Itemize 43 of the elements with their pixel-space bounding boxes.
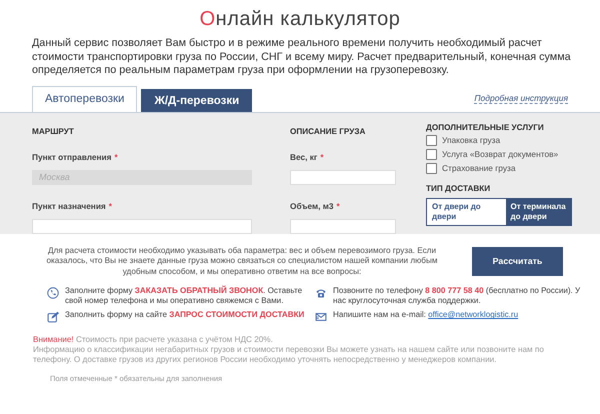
input-field[interactable]	[32, 218, 252, 234]
instruction-link[interactable]: Подробная инструкция	[474, 93, 568, 104]
field-label: Пункт отправления	[32, 152, 112, 162]
checkbox-label: Упаковка груза	[442, 135, 500, 145]
contact-text: Заполнить форму на сайте ЗАПРОС СТОИМОСТИ ДОСТАВКИ	[65, 310, 304, 320]
required-mark: *	[336, 200, 340, 210]
note-text: Информацию о классификации негабаритных грузов и стоимости перевозки Вы можете узнать на нашем сайте или позвоните нам по телефону. О доставке грузов из других регионов России необходимо уточнять непосредственно у менеджеров компании.	[33, 345, 545, 366]
required-mark: *	[108, 200, 112, 210]
checkbox[interactable]	[426, 134, 437, 146]
delivery-option[interactable]: От двери до двери	[427, 198, 506, 224]
section-heading: МАРШРУТ	[32, 126, 75, 136]
link[interactable]: ЗАКАЗАТЬ ОБРАТНЫЙ ЗВОНОК	[134, 286, 264, 295]
note-text: Внимание! Стоимость при расчете указана с учётом НДС 20%.	[33, 335, 274, 346]
input-field[interactable]	[290, 170, 396, 184]
required-mark: *	[114, 152, 118, 162]
telephone-icon	[315, 287, 327, 299]
link[interactable]: office@networklogistic.ru	[428, 310, 518, 320]
contact-text: Заполните форму ЗАКАЗАТЬ ОБРАТНЫЙ ЗВОНОК. Оставьте свой номер телефона и мы оперативно свяжемся с Вами.	[65, 286, 304, 306]
hint-text: Для расчета стоимости необходимо указывать оба параметра: вес и объем перевозимого груза. Если оказалось, что Вы не знаете данные груза можно связаться со специалистом нашей компании любым удобным способом, и мы оперативно ответим на все вопросы:	[45, 246, 439, 277]
field-label: Пункт назначения	[32, 200, 106, 210]
section-heading: ОПИСАНИЕ ГРУЗА	[290, 126, 366, 136]
tab[interactable]: Автоперевозки	[32, 86, 138, 112]
checkbox[interactable]	[426, 148, 437, 160]
envelope-icon	[315, 311, 327, 324]
field-label: Объем, м3	[290, 200, 334, 210]
required-mark: *	[320, 152, 324, 162]
edit-icon	[47, 311, 59, 324]
checkbox[interactable]	[426, 162, 437, 174]
contact-text: Напишите нам на e-mail: office@networklogistic.ru	[333, 310, 518, 320]
phone-icon	[47, 287, 59, 299]
checkbox-label: Страхование груза	[442, 163, 516, 173]
page-title: Онлайн калькулятор	[198, 7, 402, 31]
link[interactable]: ЗАПРОС СТОИМОСТИ ДОСТАВКИ	[169, 310, 304, 320]
field-label: Вес, кг	[290, 152, 318, 162]
calculate-button[interactable]: Рассчитать	[472, 246, 563, 276]
checkbox-label: Услуга «Возврат документов»	[442, 149, 558, 159]
section-heading: ТИП ДОСТАВКИ	[426, 184, 492, 192]
contact-text: Позвоните по телефону 8 800 777 58 40 (бесплатно по России). У нас круглосуточная служба поддержки.	[333, 286, 582, 306]
tab[interactable]: Ж/Д-перевозки	[141, 88, 252, 112]
input-field[interactable]	[290, 218, 396, 234]
delivery-option[interactable]: От терминала до двери	[506, 198, 571, 224]
section-heading: ДОПОЛНИТЕЛЬНЫЕ УСЛУГИ	[426, 122, 545, 132]
intro-text: Данный сервис позволяет Вам быстро и в режиме реального времени получить необходимый расчет стоимости транспортировки груза по России, СНГ и всему миру. Расчет предварительный, конечная сумма определяется по реальным параметрам груза при оформлении на грузоперевозку.	[32, 37, 572, 78]
